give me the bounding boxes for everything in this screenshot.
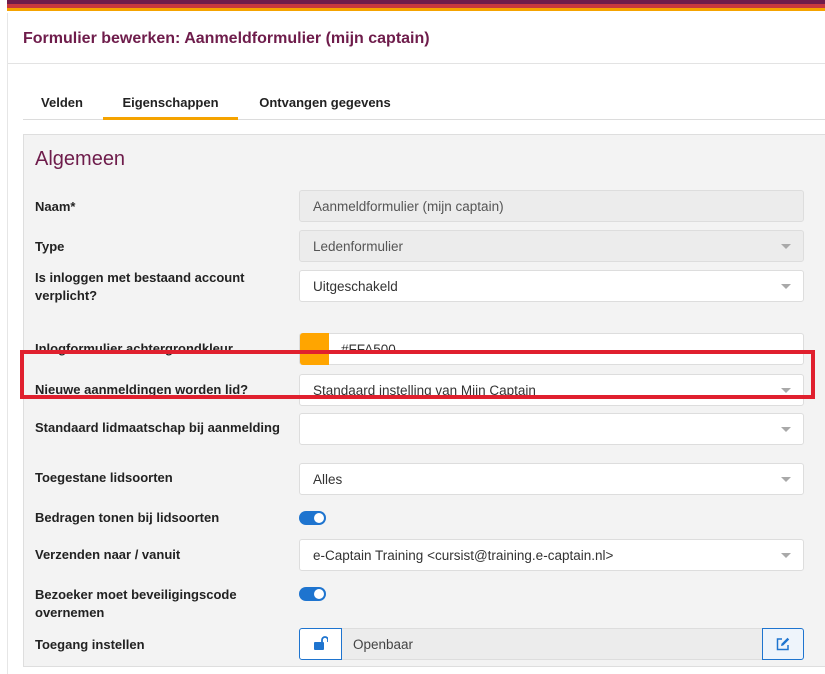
toegang-value: Openbaar	[342, 628, 762, 660]
chevron-down-icon	[781, 388, 791, 393]
inloggen-select[interactable]: Uitgeschakeld	[299, 270, 804, 302]
lidsoorten-select[interactable]: Alles	[299, 463, 804, 495]
toggle-knob	[314, 513, 324, 523]
chevron-down-icon	[781, 427, 791, 432]
type-select[interactable]: Ledenformulier	[299, 230, 804, 262]
color-swatch[interactable]	[300, 333, 329, 365]
toggle-knob	[314, 589, 324, 599]
lidsoorten-value: Alles	[313, 472, 343, 487]
inloggen-label: Is inloggen met bestaand account verplic…	[35, 270, 245, 303]
edit-icon	[776, 637, 790, 651]
naam-label: Naam*	[35, 199, 76, 214]
page-title: Formulier bewerken: Aanmeldformulier (mi…	[23, 30, 430, 47]
tab-ontvangen-gegevens[interactable]: Ontvangen gegevens	[241, 91, 409, 120]
section-title: Algemeen	[35, 148, 126, 170]
tab-velden[interactable]: Velden	[23, 91, 101, 120]
unlock-icon	[314, 636, 328, 650]
nieuwe-aanmeldingen-select[interactable]: Standaard instelling van Mijn Captain	[299, 374, 804, 406]
type-label: Type	[35, 239, 65, 254]
inloggen-select-value: Uitgeschakeld	[313, 279, 398, 294]
tab-bar: Velden Eigenschappen Ontvangen gegevens	[23, 91, 825, 120]
naam-input[interactable]: Aanmeldformulier (mijn captain)	[299, 190, 804, 222]
header-divider	[8, 63, 825, 64]
general-panel: Algemeen Naam* Aanmeldformulier (mijn ca…	[23, 134, 825, 667]
tab-eigenschappen[interactable]: Eigenschappen	[103, 91, 238, 120]
verzenden-select[interactable]: e-Captain Training <cursist@training.e-c…	[299, 539, 804, 571]
bedragen-label: Bedragen tonen bij lidsoorten	[35, 510, 220, 525]
achtergrondkleur-input[interactable]: #FFA500	[299, 333, 804, 365]
chevron-down-icon	[781, 244, 791, 249]
type-select-value: Ledenformulier	[313, 239, 404, 254]
chevron-down-icon	[781, 477, 791, 482]
verzenden-label: Verzenden naar / vanuit	[35, 547, 181, 562]
achtergrondkleur-label: Inlogformulier achtergrondkleur	[35, 341, 233, 356]
form-editor: Formulier bewerken: Aanmeldformulier (mi…	[7, 13, 825, 674]
lidsoorten-label: Toegestane lidsoorten	[35, 470, 173, 485]
achtergrondkleur-value: #FFA500	[341, 342, 396, 357]
top-color-stripe	[7, 0, 825, 13]
beveiligingscode-label: Bezoeker moet beveiligingscode overnemen	[35, 587, 237, 620]
chevron-down-icon	[781, 553, 791, 558]
verzenden-value: e-Captain Training <cursist@training.e-c…	[313, 548, 614, 563]
lock-button[interactable]	[299, 628, 342, 660]
standaard-lidmaatschap-select[interactable]	[299, 413, 804, 445]
chevron-down-icon	[781, 284, 791, 289]
beveiligingscode-toggle[interactable]	[299, 587, 326, 601]
edit-toegang-button[interactable]	[762, 628, 804, 660]
bedragen-toggle[interactable]	[299, 511, 326, 525]
toegang-label: Toegang instellen	[35, 637, 145, 652]
nieuwe-aanmeldingen-value: Standaard instelling van Mijn Captain	[313, 383, 536, 398]
standaard-lidmaatschap-label: Standaard lidmaatschap bij aanmelding	[35, 420, 280, 435]
nieuwe-aanmeldingen-label: Nieuwe aanmeldingen worden lid?	[35, 382, 249, 397]
